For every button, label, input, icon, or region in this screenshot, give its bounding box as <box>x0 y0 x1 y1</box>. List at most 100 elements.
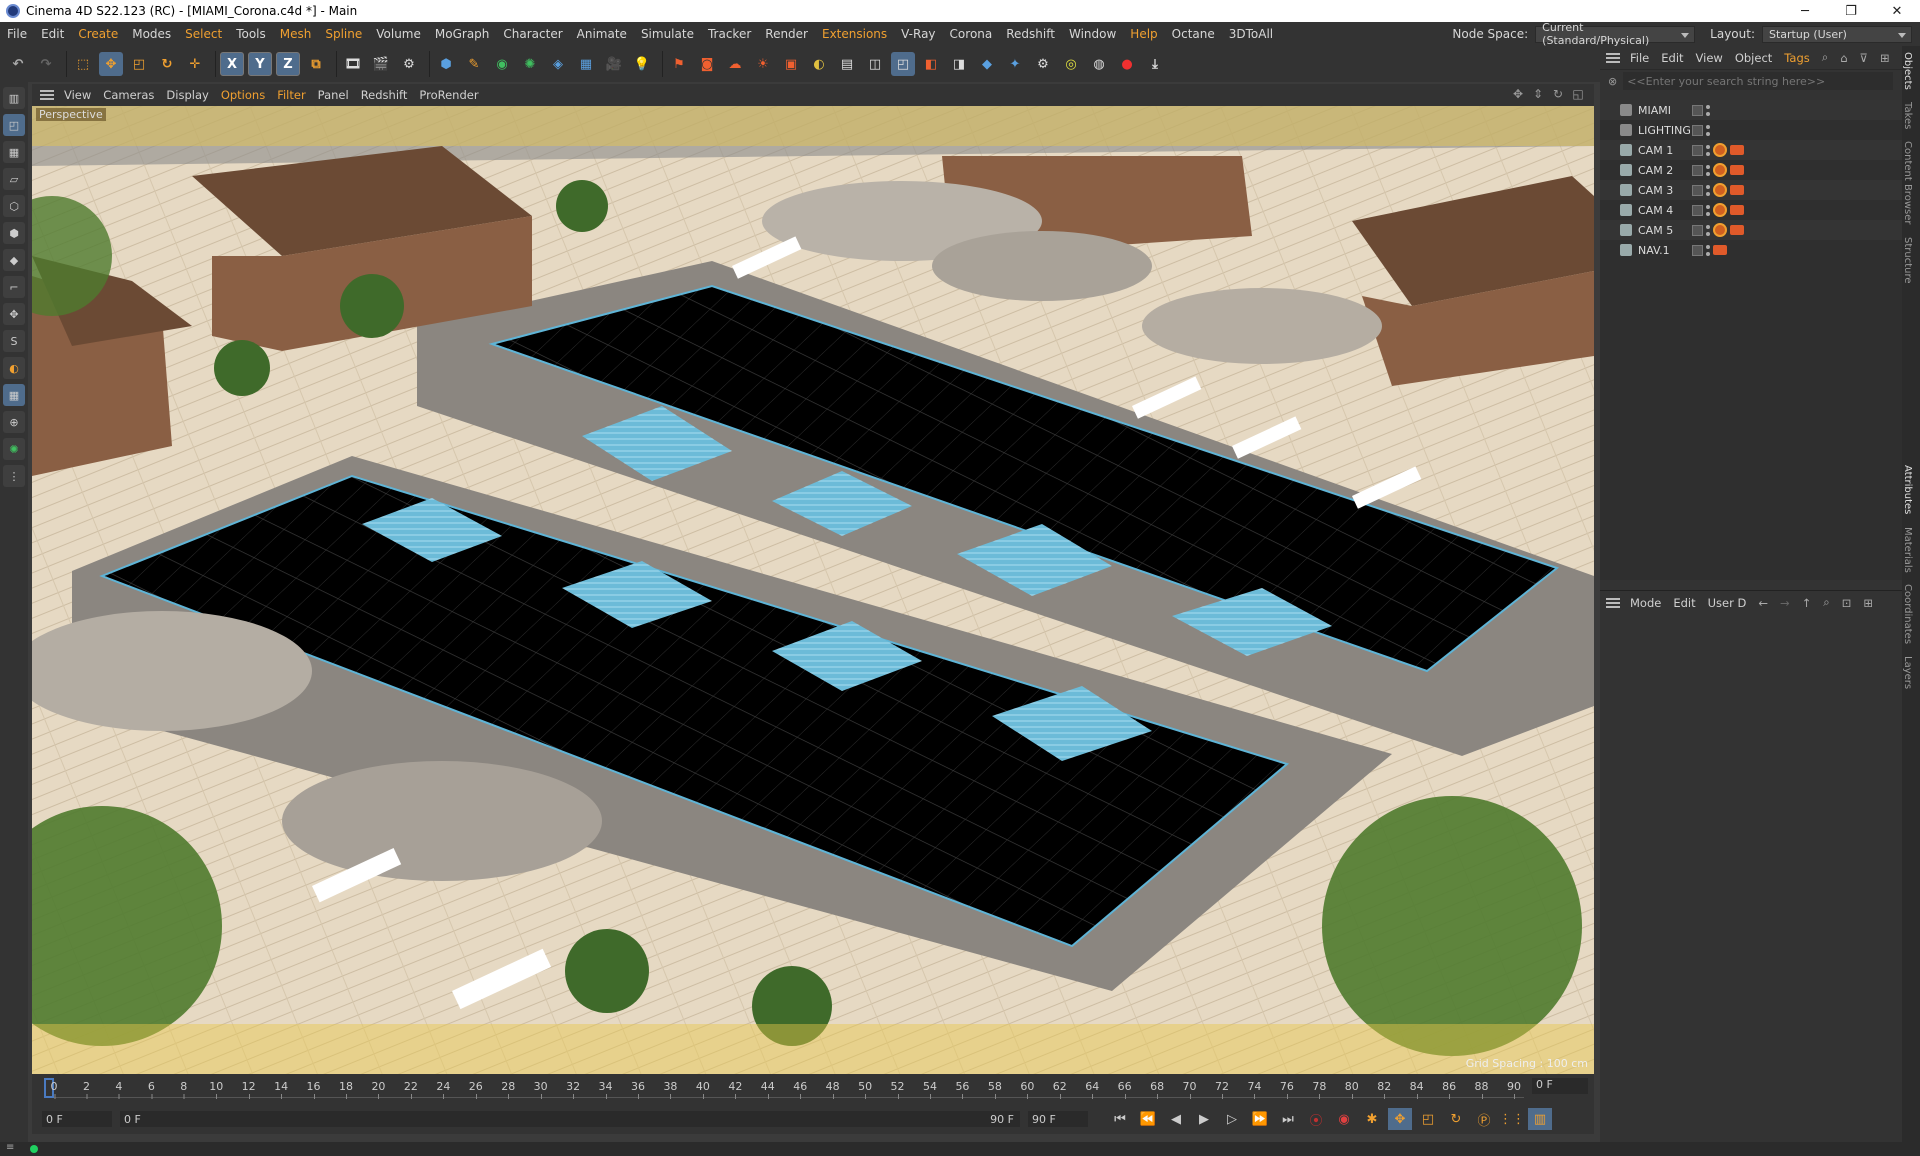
visibility-dots-icon[interactable] <box>1706 144 1710 156</box>
grid-icon[interactable]: ▦ <box>3 384 25 406</box>
side-tab-objects[interactable]: Objects <box>1902 46 1913 96</box>
redshift-icon[interactable]: ◎ <box>1059 52 1083 76</box>
menu-3dtoall[interactable]: 3DToAll <box>1222 27 1280 41</box>
previous-key-icon[interactable]: ⏪ <box>1136 1108 1160 1130</box>
record-icon[interactable]: ⦿ <box>1304 1108 1328 1130</box>
viewport-menu-cameras[interactable]: Cameras <box>97 88 160 102</box>
new-window-icon[interactable]: ⊞ <box>1874 51 1896 65</box>
object-row[interactable]: NAV.1 <box>1600 240 1902 260</box>
cube-icon[interactable]: ⬢ <box>434 52 458 76</box>
viewport-menu-redshift[interactable]: Redshift <box>355 88 414 102</box>
forward-arrow-icon[interactable]: → <box>1774 596 1796 610</box>
menu-corona[interactable]: Corona <box>943 27 1000 41</box>
corona-camera-tag-icon[interactable] <box>1730 185 1744 195</box>
timeline-window-icon[interactable]: ▥ <box>1528 1108 1552 1130</box>
start-frame-field[interactable]: 0 F <box>42 1111 112 1127</box>
protection-tag-icon[interactable] <box>1713 223 1727 237</box>
object-name[interactable]: CAM 4 <box>1638 204 1698 217</box>
next-key-icon[interactable]: ⏩ <box>1248 1108 1272 1130</box>
menu-vray[interactable]: V-Ray <box>894 27 942 41</box>
move-icon[interactable]: ✥ <box>99 52 123 76</box>
octane-icon[interactable]: ◆ <box>975 52 999 76</box>
filter-icon[interactable]: ⊽ <box>1854 51 1874 65</box>
previous-frame-icon[interactable]: ◀ <box>1164 1108 1188 1130</box>
menu-animate[interactable]: Animate <box>570 27 634 41</box>
corona-camera-tag-icon[interactable] <box>1730 225 1744 235</box>
attributes-menu-edit[interactable]: Edit <box>1667 596 1701 610</box>
live-selection-icon[interactable]: ⬚ <box>71 52 95 76</box>
redo-icon[interactable]: ↷ <box>34 52 58 76</box>
menu-tools[interactable]: Tools <box>229 27 273 41</box>
keyframe-selection-icon[interactable]: ✱ <box>1360 1108 1384 1130</box>
object-name[interactable]: CAM 2 <box>1638 164 1698 177</box>
menu-mograph[interactable]: MoGraph <box>428 27 497 41</box>
edit-flag-icon[interactable] <box>1692 124 1703 136</box>
cloner-icon[interactable]: ✺ <box>518 52 542 76</box>
go-to-end-icon[interactable]: ⏭ <box>1276 1108 1300 1130</box>
timeline-ruler[interactable]: 0 2 4 6 8 10 12 14 16 18 20 22 24 26 28 30 32 34 36 38 40 42 4… <box>44 1078 1524 1099</box>
visibility-dots-icon[interactable] <box>1706 104 1710 116</box>
attributes-menu-user-data[interactable]: User D <box>1702 596 1753 610</box>
corona-proxy-icon[interactable]: ▣ <box>779 52 803 76</box>
up-arrow-icon[interactable]: ↑ <box>1796 596 1818 610</box>
workplane-icon[interactable]: ▱ <box>3 168 25 190</box>
menu-volume[interactable]: Volume <box>369 27 428 41</box>
tweak-mode-icon[interactable]: ✥ <box>3 303 25 325</box>
viewport-menu-view[interactable]: View <box>58 88 97 102</box>
viewport-menu-prorender[interactable]: ProRender <box>413 88 484 102</box>
search-icon[interactable]: ⌕ <box>1817 595 1835 610</box>
frame-range-slider[interactable]: 0 F 90 F <box>120 1111 1020 1127</box>
side-tab-structure[interactable]: Structure <box>1902 231 1913 290</box>
layout-dropdown[interactable]: Startup (User) <box>1762 25 1912 43</box>
corona-camera-icon[interactable]: ◙ <box>695 52 719 76</box>
edges-mode-icon[interactable]: ⬢ <box>3 222 25 244</box>
edit-flag-icon[interactable] <box>1692 224 1703 236</box>
autokey-icon[interactable]: ◉ <box>1332 1108 1356 1130</box>
menu-modes[interactable]: Modes <box>125 27 178 41</box>
vray-icon[interactable]: ◧ <box>919 52 943 76</box>
pan-icon[interactable]: ✥ <box>1510 87 1526 103</box>
objects-menu-object[interactable]: Object <box>1729 51 1778 65</box>
pen-icon[interactable]: ✎ <box>462 52 486 76</box>
parameter-key-icon[interactable]: Ⓟ <box>1472 1108 1496 1130</box>
menu-create[interactable]: Create <box>71 27 125 41</box>
dolly-icon[interactable]: ⇕ <box>1530 87 1546 103</box>
redshift-render-icon[interactable]: ● <box>1115 52 1139 76</box>
object-name[interactable]: LIGHTING <box>1638 124 1698 137</box>
restore-icon[interactable]: ❐ <box>1828 0 1874 22</box>
scale-icon[interactable]: ◰ <box>127 52 151 76</box>
status-menu-icon[interactable]: ≡ <box>6 1142 14 1153</box>
make-editable-icon[interactable]: ▥ <box>3 87 25 109</box>
visibility-dots-icon[interactable] <box>1706 244 1710 256</box>
visibility-dots-icon[interactable] <box>1706 204 1710 216</box>
paint-icon[interactable]: ⋮ <box>3 465 25 487</box>
menu-select[interactable]: Select <box>178 27 229 41</box>
object-row[interactable]: CAM 1 <box>1600 140 1902 160</box>
gear-icon[interactable]: ⚙ <box>1031 52 1055 76</box>
new-window-icon[interactable]: ⊞ <box>1857 596 1879 610</box>
edit-flag-icon[interactable] <box>1692 244 1703 256</box>
object-row[interactable]: CAM 3 <box>1600 180 1902 200</box>
object-row[interactable]: LIGHTING <box>1600 120 1902 140</box>
next-frame-icon[interactable]: ▷ <box>1220 1108 1244 1130</box>
position-key-icon[interactable]: ✥ <box>1388 1108 1412 1130</box>
create-object-icon[interactable]: ✛ <box>183 52 207 76</box>
side-tab-coordinates[interactable]: Coordinates <box>1902 578 1913 650</box>
objects-menu-view[interactable]: View <box>1690 51 1729 65</box>
ir-icon[interactable]: ◫ <box>863 52 887 76</box>
menu-edit[interactable]: Edit <box>34 27 71 41</box>
menu-extensions[interactable]: Extensions <box>815 27 894 41</box>
side-tab-content-browser[interactable]: Content Browser <box>1902 135 1913 230</box>
back-arrow-icon[interactable]: ← <box>1752 596 1774 610</box>
side-tab-takes[interactable]: Takes <box>1902 96 1913 135</box>
object-row[interactable]: MIAMI <box>1600 100 1902 120</box>
menu-spline[interactable]: Spline <box>318 27 369 41</box>
edit-flag-icon[interactable] <box>1692 104 1703 116</box>
model-mode-icon[interactable]: ◰ <box>3 114 25 136</box>
menu-file[interactable]: File <box>0 27 34 41</box>
visibility-dots-icon[interactable] <box>1706 124 1710 136</box>
undo-icon[interactable]: ↶ <box>6 52 30 76</box>
object-row[interactable]: CAM 5 <box>1600 220 1902 240</box>
z-axis-lock-button[interactable]: Z <box>276 52 300 76</box>
mograph-selection-icon[interactable]: ✺ <box>3 438 25 460</box>
